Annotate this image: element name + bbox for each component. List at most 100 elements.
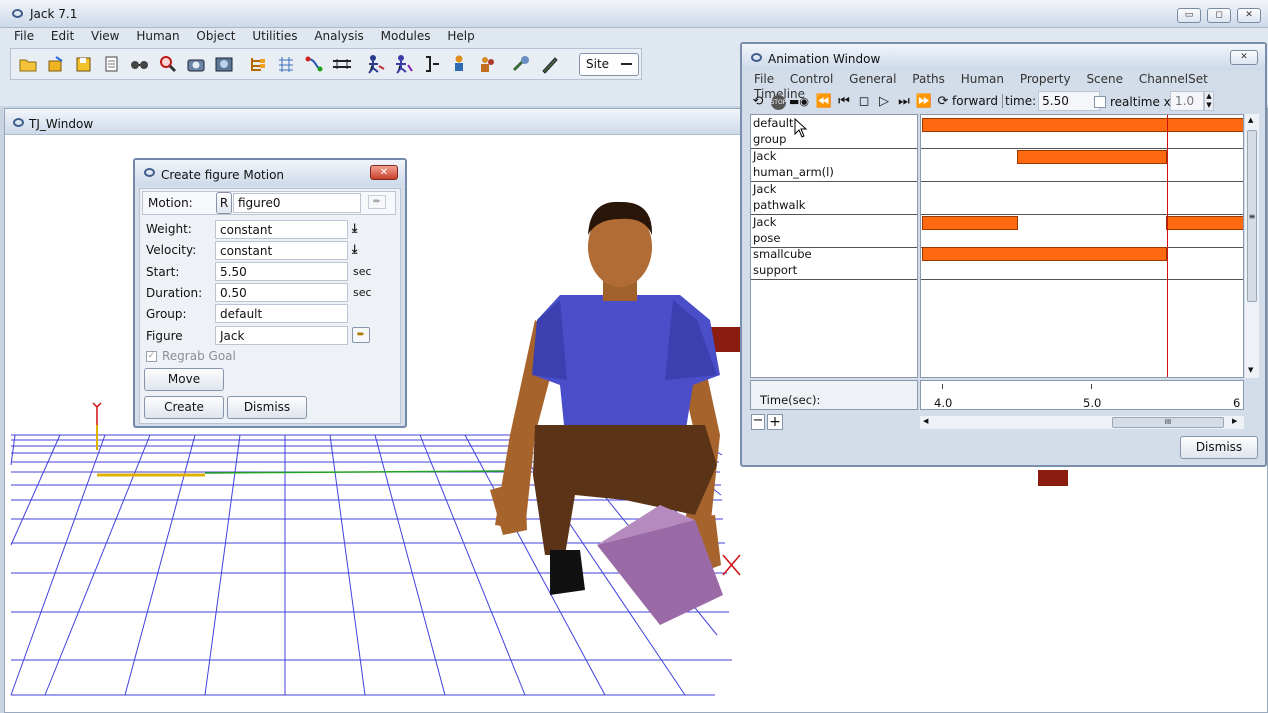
anim-menu-human[interactable]: Human <box>961 72 1004 86</box>
menu-edit[interactable]: Edit <box>51 29 74 43</box>
anim-menu-paths[interactable]: Paths <box>912 72 945 86</box>
figure-pick-icon[interactable]: ➨ <box>352 327 370 343</box>
start-label: Start: <box>146 265 180 279</box>
scroll-down-icon[interactable]: ▼ <box>1248 366 1253 374</box>
open-file-icon[interactable] <box>42 51 69 78</box>
scroll-right-icon[interactable]: ▶ <box>1232 417 1237 425</box>
play-icon[interactable]: ▷ <box>874 94 894 109</box>
record-icon[interactable]: ▬◉ <box>788 95 810 108</box>
rewind-icon[interactable]: ⏪ <box>814 94 834 109</box>
weight-dropdown-icon[interactable]: ⤓ <box>352 221 366 237</box>
figure-icon[interactable] <box>446 51 473 78</box>
step-back-icon[interactable]: ⏮ <box>834 94 854 109</box>
realtime-checkbox[interactable] <box>1094 96 1106 108</box>
horizontal-scrollbar[interactable]: ◀ III ▶ <box>920 416 1244 429</box>
pen-icon[interactable] <box>536 51 563 78</box>
stop-all-icon[interactable]: STOP <box>768 93 788 110</box>
time-field[interactable]: 5.50 <box>1038 91 1101 111</box>
timeline-panel[interactable] <box>920 114 1244 378</box>
playhead-line[interactable] <box>1167 115 1168 377</box>
save-icon[interactable] <box>70 51 97 78</box>
people-icon[interactable] <box>474 51 501 78</box>
loop-icon[interactable]: ⟳ <box>934 94 952 109</box>
menu-help[interactable]: Help <box>447 29 474 43</box>
maximize-button[interactable]: ◻ <box>1207 8 1231 23</box>
fast-forward-icon[interactable]: ⏩ <box>914 94 934 109</box>
menu-file[interactable]: File <box>14 29 34 43</box>
regrab-checkbox[interactable]: ✓ <box>146 351 157 362</box>
start-field[interactable]: 5.50 <box>215 262 348 281</box>
duration-field[interactable]: 0.50 <box>215 283 348 302</box>
dismiss-button[interactable]: Dismiss <box>227 396 307 419</box>
figure-field[interactable]: Jack <box>215 326 348 345</box>
anim-menu-channelset[interactable]: ChannelSet <box>1139 72 1208 86</box>
camera-icon[interactable] <box>182 51 209 78</box>
magnify-icon[interactable] <box>154 51 181 78</box>
scroll-left-icon[interactable]: ◀ <box>923 417 928 425</box>
site-label: Site <box>586 57 610 71</box>
animation-menubar: File Control General Paths Human Propert… <box>742 72 1265 101</box>
bracket-icon[interactable] <box>418 51 445 78</box>
photo-icon[interactable] <box>210 51 237 78</box>
anim-menu-general[interactable]: General <box>849 72 896 86</box>
menu-analysis[interactable]: Analysis <box>314 29 363 43</box>
axis-marker-red <box>92 402 102 425</box>
animation-dismiss-button[interactable]: Dismiss <box>1180 436 1258 459</box>
velocity-dropdown-icon[interactable]: ⤓ <box>352 242 366 258</box>
hscroll-thumb[interactable]: III <box>1112 417 1224 428</box>
menu-modules[interactable]: Modules <box>381 29 431 43</box>
stop-icon[interactable]: ◻ <box>854 94 874 109</box>
animation-close-button[interactable]: ✕ <box>1230 50 1258 65</box>
motion-bar-human-arm[interactable] <box>1017 150 1167 164</box>
velocity-field[interactable]: constant <box>215 241 348 260</box>
anim-menu-scene[interactable]: Scene <box>1086 72 1123 86</box>
anim-menu-file[interactable]: File <box>754 72 774 86</box>
document-icon[interactable] <box>98 51 125 78</box>
step-forward-icon[interactable]: ⏭ <box>894 94 914 109</box>
motion-pick-icon[interactable]: ➨ <box>368 195 386 209</box>
forward-label[interactable]: forward <box>952 94 998 108</box>
motion-bar-smallcube[interactable] <box>922 247 1167 261</box>
menu-view[interactable]: View <box>91 29 119 43</box>
open-folder-icon[interactable] <box>14 51 41 78</box>
vertical-scrollbar[interactable]: ▲ ≡ ▼ <box>1245 114 1259 378</box>
scroll-thumb[interactable]: ≡ <box>1247 130 1257 302</box>
anim-menu-property[interactable]: Property <box>1020 72 1071 86</box>
anim-menu-control[interactable]: Control <box>790 72 833 86</box>
zoom-in-button[interactable]: + <box>767 414 783 430</box>
connect-icon[interactable] <box>300 51 327 78</box>
move-button[interactable]: Move <box>144 368 224 391</box>
menu-utilities[interactable]: Utilities <box>252 29 297 43</box>
realtime-field[interactable]: 1.0 <box>1170 91 1204 111</box>
r-button[interactable]: R <box>216 192 232 214</box>
grid-icon[interactable] <box>272 51 299 78</box>
hierarchy-icon[interactable] <box>244 51 271 78</box>
close-button[interactable]: ✕ <box>1237 8 1261 23</box>
reset-icon[interactable]: ⟲ <box>748 94 768 109</box>
create-motion-title: Create figure Motion <box>161 168 285 182</box>
track-0-line2: group <box>753 132 787 146</box>
toolbar-group: Site <box>10 48 642 80</box>
dialog-close-button[interactable]: ✕ <box>370 165 398 180</box>
weight-field[interactable]: constant <box>215 220 348 239</box>
group-field[interactable]: default <box>215 304 348 323</box>
glasses-icon[interactable] <box>126 51 153 78</box>
dialog-icon <box>144 168 155 177</box>
motion-bar-pose-a[interactable] <box>922 216 1018 230</box>
human-select-icon[interactable] <box>390 51 417 78</box>
motion-bar-default[interactable] <box>922 118 1243 132</box>
ruler-icon[interactable] <box>328 51 355 78</box>
human-run-icon[interactable] <box>362 51 389 78</box>
scroll-up-icon[interactable]: ▲ <box>1248 116 1253 124</box>
realtime-spinner[interactable]: ▲ ▼ <box>1204 91 1214 111</box>
menu-object[interactable]: Object <box>196 29 235 43</box>
tools-icon[interactable] <box>508 51 535 78</box>
zoom-out-button[interactable]: − <box>751 414 765 430</box>
minimize-button[interactable]: ▭ <box>1177 8 1201 23</box>
create-button[interactable]: Create <box>144 396 224 419</box>
menu-human[interactable]: Human <box>136 29 179 43</box>
tick-label-4: 4.0 <box>934 396 953 410</box>
motion-field[interactable]: figure0 <box>233 193 361 213</box>
motion-bar-pose-b[interactable] <box>1166 216 1243 230</box>
site-dropdown[interactable]: Site <box>579 53 639 76</box>
